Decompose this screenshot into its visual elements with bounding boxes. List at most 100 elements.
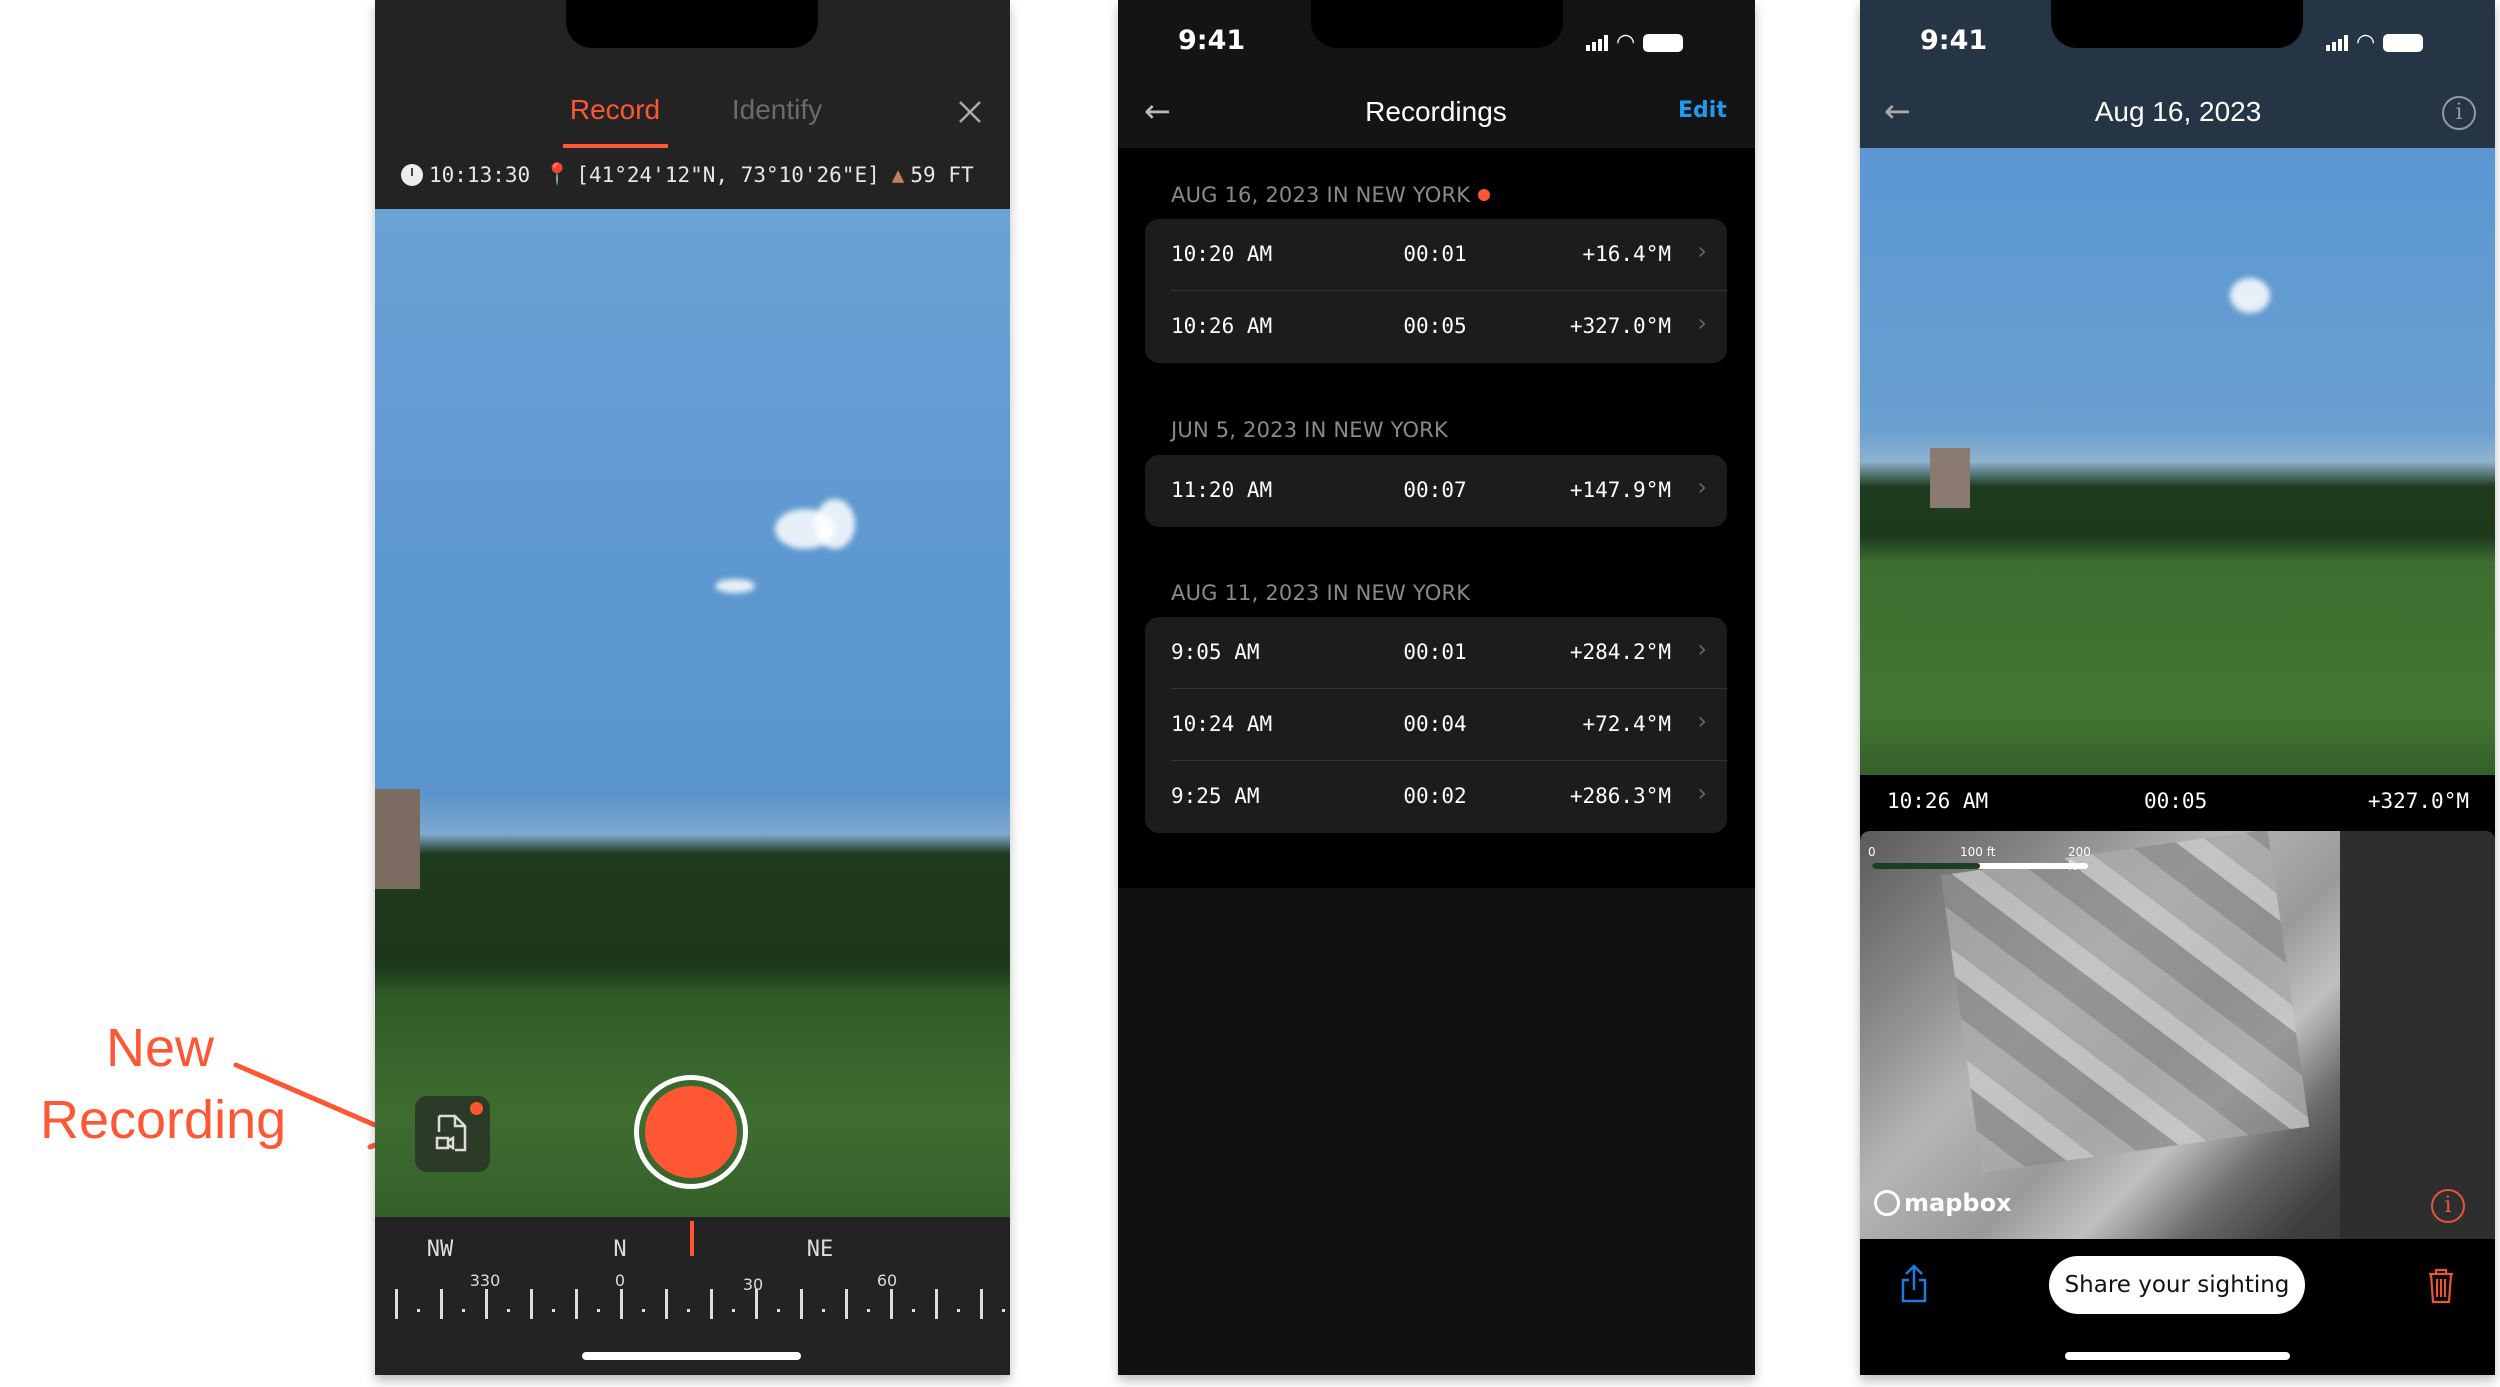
recording-angle: +72.4°M [1582, 712, 1671, 736]
recording-duration: 00:07 [1403, 478, 1467, 502]
info-time: 10:26 AM [1887, 789, 1989, 813]
recording-angle: +284.2°M [1569, 640, 1671, 664]
map-scale: 0 100 ft 200 ft [1868, 845, 2091, 875]
section-header-label: AUG 16, 2023 IN NEW YORK [1171, 183, 1471, 207]
home-indicator [582, 1352, 801, 1360]
recording-row[interactable]: 9:25 AM 00:02 +286.3°M › [1145, 761, 1727, 833]
recording-info-bar: 10:26 AM 00:05 +327.0°M [1860, 775, 2495, 831]
page-title: Recordings [1365, 96, 1507, 127]
new-recording-button[interactable] [415, 1096, 490, 1172]
recording-row[interactable]: 11:20 AM 00:07 +147.9°M › [1145, 455, 1727, 527]
recording-time: 9:05 AM [1171, 640, 1260, 664]
compass-major-tick [755, 1289, 758, 1319]
mountain-icon: ▲ [891, 162, 905, 187]
map-attribution-info-icon[interactable]: i [2431, 1189, 2465, 1223]
section-header: JUN 5, 2023 IN NEW YORK [1171, 418, 1448, 442]
heading-needle [690, 1221, 694, 1256]
notch [1311, 0, 1563, 48]
compass-minor-tick [957, 1309, 960, 1312]
wifi-icon: ◠ [2356, 30, 2376, 55]
close-icon[interactable] [958, 100, 982, 124]
mapbox-logo-icon [1874, 1190, 1900, 1216]
altitude: 59 FT [910, 162, 974, 187]
share-icon[interactable] [1900, 1264, 1928, 1304]
recording-duration: 00:02 [1403, 784, 1467, 808]
new-indicator-dot [1478, 189, 1491, 201]
recording-angle: +147.9°M [1569, 478, 1671, 502]
battery-icon [1643, 33, 1684, 52]
compass-minor-tick [912, 1309, 915, 1312]
scale-label-0: 0 [1868, 845, 1876, 859]
back-arrow-icon[interactable]: ← [1884, 92, 1911, 130]
status-time: 9:41 [1178, 25, 1246, 56]
compass-major-tick [710, 1289, 713, 1319]
status-icons: ◠ [2326, 30, 2424, 55]
signal-icon [2326, 34, 2348, 51]
record-screen: Record Identify 10:13:30 📍 [41°24'12"N, … [375, 0, 1010, 1375]
compass-deg-30: 30 [742, 1275, 764, 1294]
info-bar: 10:13:30 📍 [41°24'12"N, 73°10'26"E] ▲ 59… [401, 162, 974, 187]
recording-angle: +286.3°M [1569, 784, 1671, 808]
camera-viewfinder[interactable] [375, 209, 1010, 1217]
notch [566, 0, 818, 48]
mapbox-logo: mapbox [1874, 1189, 2012, 1217]
page-title: Aug 16, 2023 [2094, 96, 2262, 127]
video-file-icon [435, 1114, 467, 1152]
info-angle: +327.0°M [2367, 789, 2469, 813]
chevron-right-icon: › [1697, 237, 1707, 265]
compass-major-tick [440, 1289, 443, 1319]
share-sighting-button[interactable]: Share your sighting [2049, 1256, 2305, 1314]
compass-major-tick [800, 1289, 803, 1319]
compass-major-tick [575, 1289, 578, 1319]
recording-row[interactable]: 9:05 AM 00:01 +284.2°M › [1145, 617, 1727, 689]
recording-duration: 00:01 [1403, 640, 1467, 664]
compass-major-tick [530, 1289, 533, 1319]
compass-minor-tick [1002, 1309, 1005, 1312]
back-arrow-icon[interactable]: ← [1144, 92, 1171, 130]
compass-deg-330: 330 [469, 1271, 501, 1290]
compass-major-tick [395, 1289, 398, 1319]
recording-row[interactable]: 10:20 AM 00:01 +16.4°M › [1145, 219, 1727, 291]
chevron-right-icon: › [1697, 473, 1707, 501]
wifi-icon: ◠ [1616, 30, 1636, 55]
section-header: AUG 16, 2023 IN NEW YORK [1171, 183, 1491, 207]
recording-duration: 00:04 [1403, 712, 1467, 736]
compass-major-tick [935, 1289, 938, 1319]
recording-photo[interactable] [1860, 148, 2495, 775]
compass-minor-tick [417, 1309, 420, 1312]
tab-record[interactable]: Record [545, 94, 685, 126]
record-button[interactable] [634, 1075, 748, 1189]
recording-time: 10:13:30 [429, 162, 531, 187]
compass-minor-tick [552, 1309, 555, 1312]
record-dot [645, 1086, 737, 1178]
tab-identify[interactable]: Identify [707, 94, 847, 126]
info-icon[interactable]: i [2442, 96, 2476, 130]
section-header-label: AUG 11, 2023 IN NEW YORK [1171, 581, 1471, 605]
trash-icon[interactable] [2427, 1268, 2455, 1304]
location-pin-icon: 📍 [544, 162, 571, 186]
chevron-right-icon: › [1697, 779, 1707, 807]
recording-row[interactable]: 10:24 AM 00:04 +72.4°M › [1145, 689, 1727, 761]
notch [2051, 0, 2303, 48]
recording-time: 10:26 AM [1171, 314, 1273, 338]
chevron-right-icon: › [1697, 635, 1707, 663]
coordinates: [41°24'12"N, 73°10'26"E] [576, 162, 880, 187]
compass-deg-0: 0 [614, 1271, 626, 1290]
satellite-map[interactable]: 0 100 ft 200 ft mapbox i [1860, 831, 2495, 1239]
recording-time: 10:20 AM [1171, 242, 1273, 266]
tab-record-underline [563, 144, 668, 148]
compass-dir-n: N [613, 1237, 627, 1262]
recording-row[interactable]: 10:26 AM 00:05 +327.0°M › [1145, 291, 1727, 363]
new-badge-dot [470, 1102, 483, 1115]
section-header-label: JUN 5, 2023 IN NEW YORK [1171, 418, 1448, 442]
compass-major-tick [485, 1289, 488, 1319]
compass-dir-nw: NW [426, 1237, 454, 1262]
recordings-group: 9:05 AM 00:01 +284.2°M › 10:24 AM 00:04 +72.4°… [1145, 617, 1727, 833]
compass-minor-tick [642, 1309, 645, 1312]
compass-major-tick [620, 1289, 623, 1319]
compass-minor-tick [597, 1309, 600, 1312]
recording-duration: 00:05 [1403, 314, 1467, 338]
edit-button[interactable]: Edit [1678, 98, 1727, 123]
recordings-group: 11:20 AM 00:07 +147.9°M › [1145, 455, 1727, 527]
battery-icon [2383, 33, 2424, 52]
